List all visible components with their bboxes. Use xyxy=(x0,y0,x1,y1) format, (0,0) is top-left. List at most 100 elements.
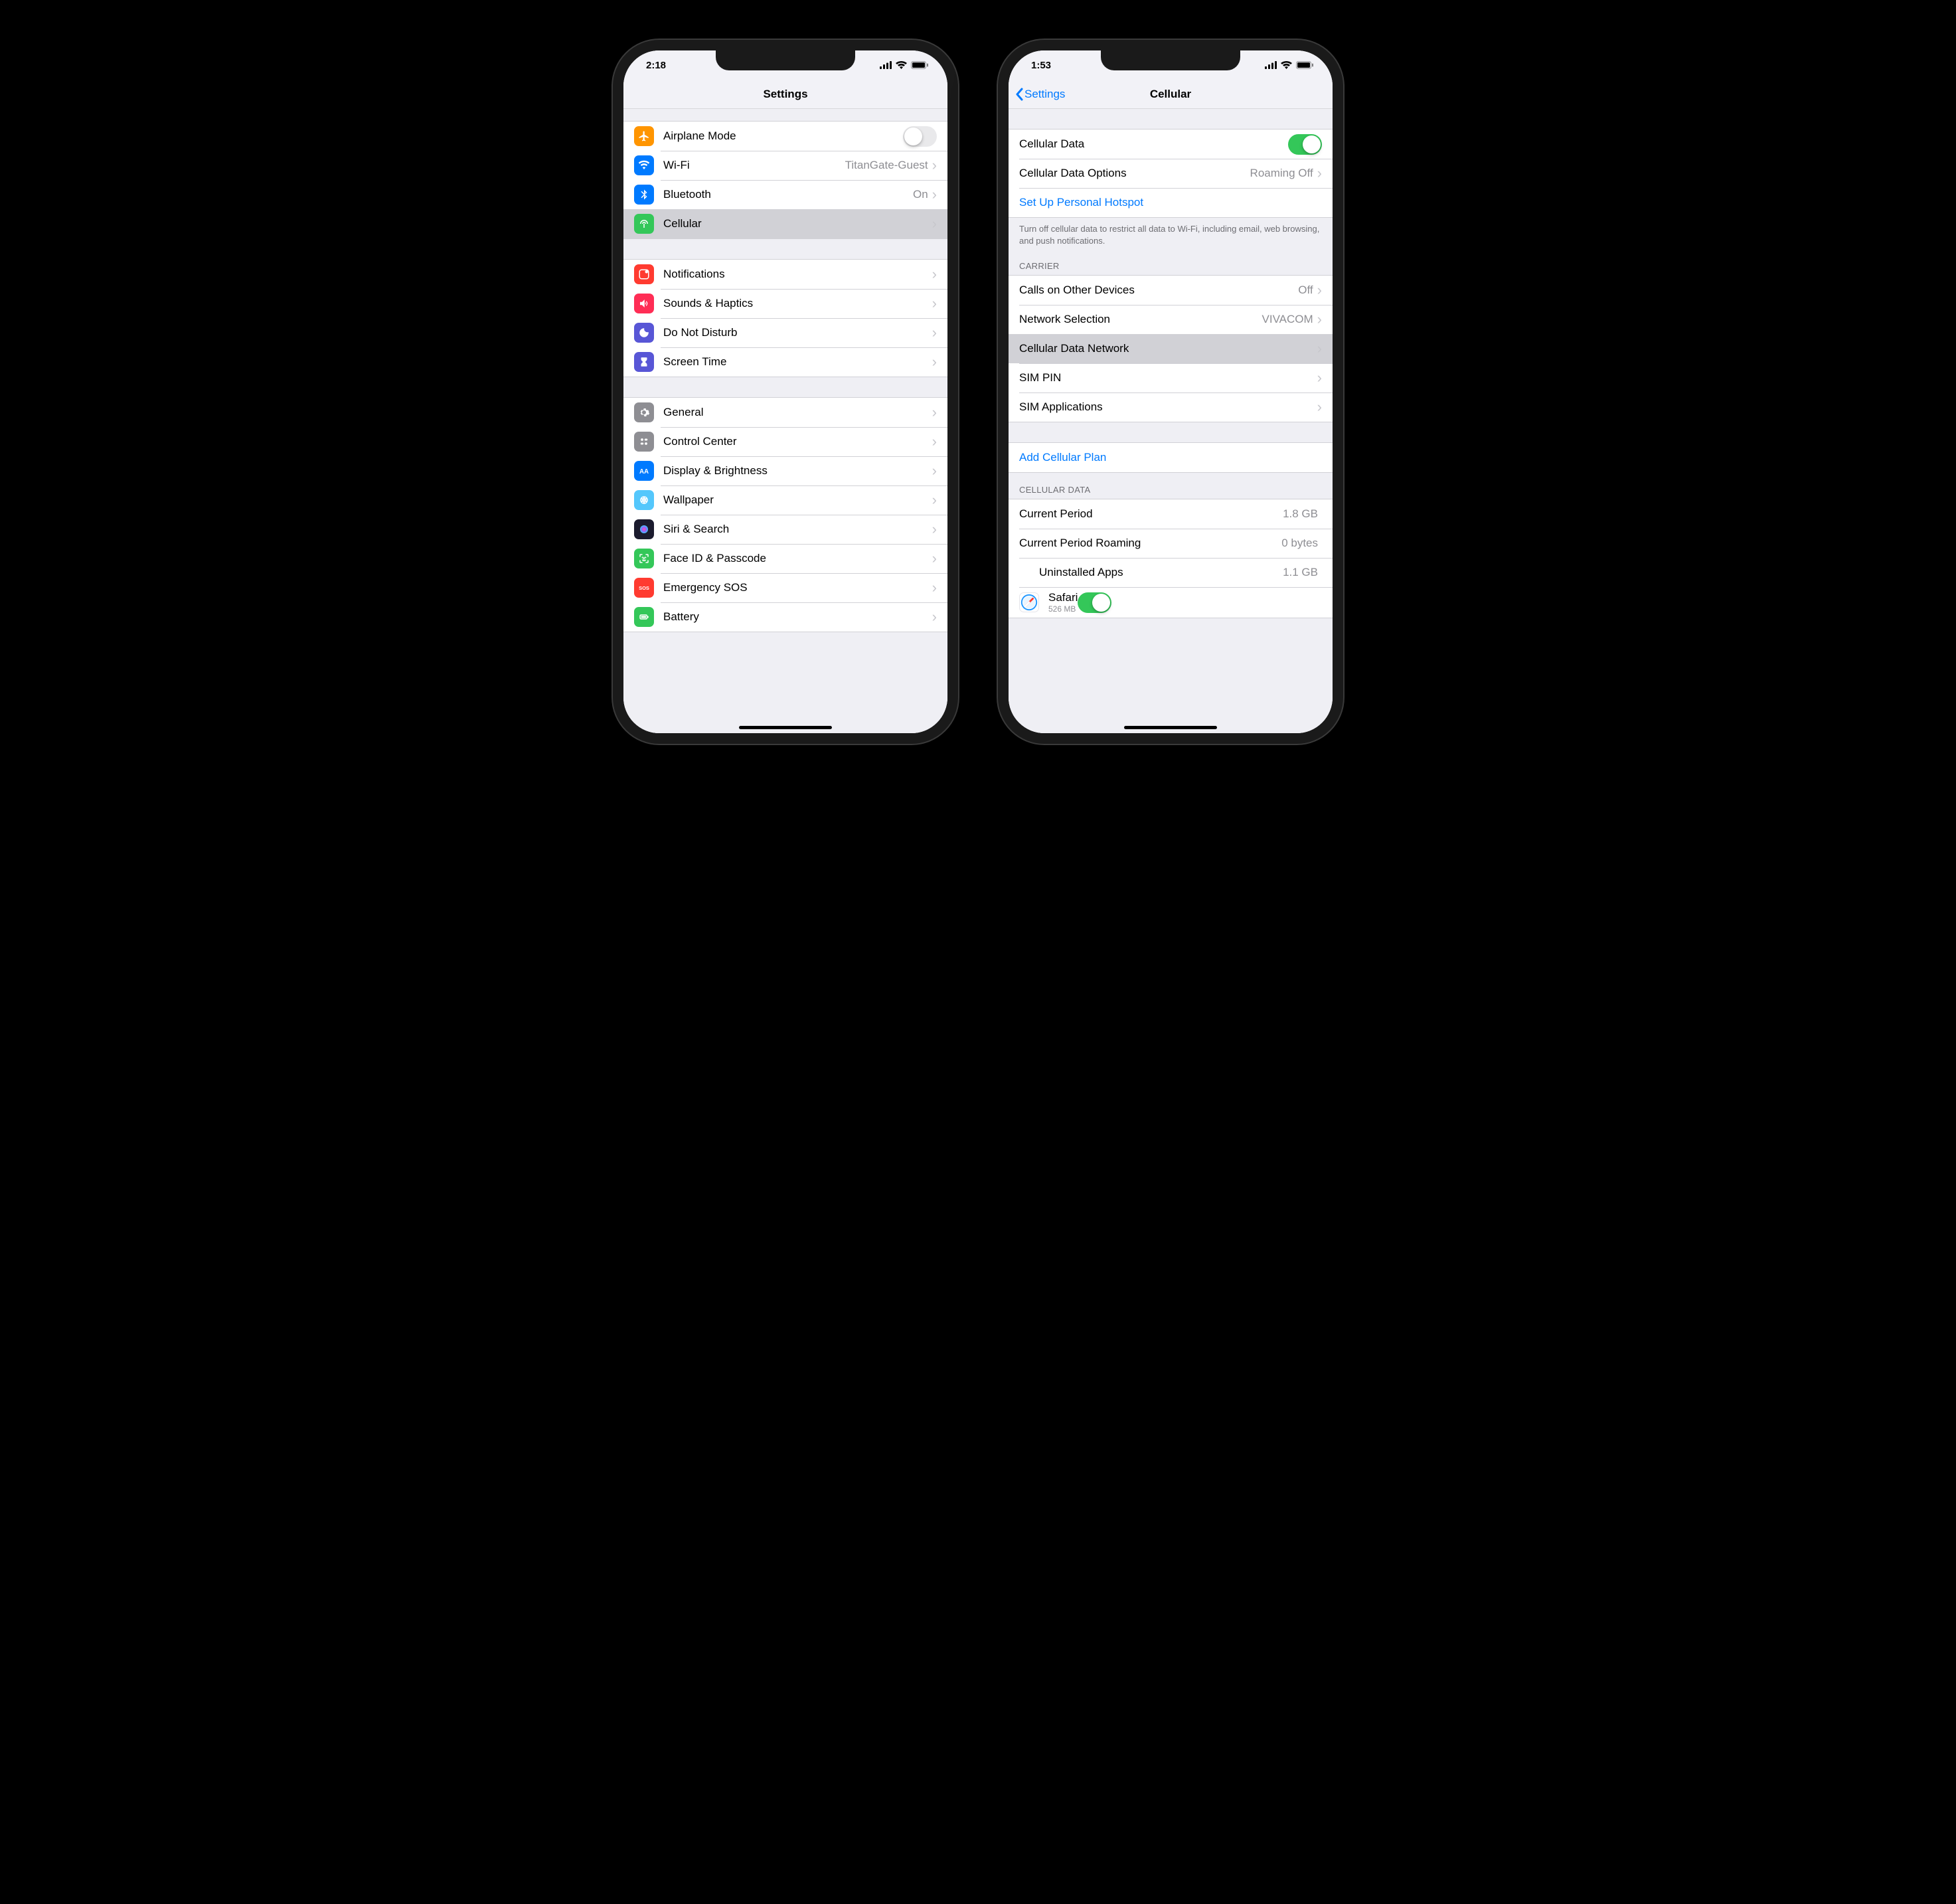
airplane-icon xyxy=(634,126,654,146)
row-label: Control Center xyxy=(663,435,932,448)
status-icons xyxy=(1265,61,1314,69)
row-sounds-haptics[interactable]: Sounds & Haptics› xyxy=(623,289,947,318)
row-do-not-disturb[interactable]: Do Not Disturb› xyxy=(623,318,947,347)
wallpaper-icon xyxy=(634,490,654,510)
chevron-right-icon: › xyxy=(932,296,937,311)
row-label: Battery xyxy=(663,610,932,624)
chevron-right-icon: › xyxy=(932,610,937,624)
toggle-safari[interactable] xyxy=(1078,592,1111,613)
row-network-selection[interactable]: Network SelectionVIVACOM› xyxy=(1009,305,1333,334)
chevron-right-icon: › xyxy=(932,464,937,478)
general-icon xyxy=(634,402,654,422)
row-siri-search[interactable]: Siri & Search› xyxy=(623,515,947,544)
dnd-icon xyxy=(634,323,654,343)
row-general[interactable]: General› xyxy=(623,398,947,427)
row-label: Display & Brightness xyxy=(663,464,932,477)
notch xyxy=(716,49,855,70)
row-bluetooth[interactable]: BluetoothOn› xyxy=(623,180,947,209)
row-notifications[interactable]: Notifications› xyxy=(623,260,947,289)
row-cellular-data[interactable]: Cellular Data xyxy=(1009,130,1333,159)
phone-cellular: 1:53 Settings Cellular Cellular DataCell… xyxy=(998,40,1343,744)
row-uninstalled-apps[interactable]: Uninstalled Apps1.1 GB xyxy=(1009,558,1333,587)
row-sublabel: 526 MB xyxy=(1048,604,1078,614)
row-text: Safari526 MB xyxy=(1048,591,1078,614)
row-wallpaper[interactable]: Wallpaper› xyxy=(623,485,947,515)
home-indicator[interactable] xyxy=(1124,726,1217,729)
back-button[interactable]: Settings xyxy=(1015,88,1065,101)
row-screen-time[interactable]: Screen Time› xyxy=(623,347,947,377)
row-cellular[interactable]: Cellular› xyxy=(623,209,947,238)
row-current-period[interactable]: Current Period1.8 GB xyxy=(1009,499,1333,529)
row-add-cellular-plan[interactable]: Add Cellular Plan xyxy=(1009,443,1333,472)
control-icon xyxy=(634,432,654,452)
row-label: Cellular Data Options xyxy=(1019,167,1250,180)
chevron-right-icon: › xyxy=(1317,400,1322,414)
safari-app-icon xyxy=(1019,592,1039,612)
row-detail: On xyxy=(913,188,928,201)
row-label: Do Not Disturb xyxy=(663,326,932,339)
chevron-right-icon: › xyxy=(932,355,937,369)
page-title: Settings xyxy=(763,88,807,101)
chevron-right-icon: › xyxy=(932,493,937,507)
chevron-right-icon: › xyxy=(932,325,937,340)
row-label: Cellular Data Network xyxy=(1019,342,1317,355)
row-current-period-roaming[interactable]: Current Period Roaming0 bytes xyxy=(1009,529,1333,558)
section-header-carrier: CARRIER xyxy=(1009,249,1333,275)
svg-text:AA: AA xyxy=(639,468,649,476)
chevron-right-icon: › xyxy=(932,551,937,566)
svg-text:SOS: SOS xyxy=(639,585,649,591)
row-safari[interactable]: Safari526 MB xyxy=(1009,587,1333,618)
row-label: Sounds & Haptics xyxy=(663,297,932,310)
row-detail: TitanGate-Guest xyxy=(845,159,928,172)
row-label: Calls on Other Devices xyxy=(1019,284,1298,297)
chevron-right-icon: › xyxy=(932,267,937,282)
row-label: Wallpaper xyxy=(663,493,932,507)
row-label: Set Up Personal Hotspot xyxy=(1019,196,1322,209)
notch xyxy=(1101,49,1240,70)
row-label: Face ID & Passcode xyxy=(663,552,932,565)
notifications-icon xyxy=(634,264,654,284)
section-header-cellular-data: CELLULAR DATA xyxy=(1009,473,1333,499)
row-battery[interactable]: Battery› xyxy=(623,602,947,632)
row-cellular-data-network[interactable]: Cellular Data Network› xyxy=(1009,334,1333,363)
row-airplane-mode[interactable]: Airplane Mode xyxy=(623,122,947,151)
row-label: Notifications xyxy=(663,268,932,281)
page-title: Cellular xyxy=(1150,88,1191,101)
row-face-id-passcode[interactable]: Face ID & Passcode› xyxy=(623,544,947,573)
row-label: General xyxy=(663,406,932,419)
row-control-center[interactable]: Control Center› xyxy=(623,427,947,456)
row-calls-on-other-devices[interactable]: Calls on Other DevicesOff› xyxy=(1009,276,1333,305)
row-label: Emergency SOS xyxy=(663,581,932,594)
row-label: Siri & Search xyxy=(663,523,932,536)
chevron-left-icon xyxy=(1015,88,1023,101)
chevron-right-icon: › xyxy=(932,580,937,595)
chevron-right-icon: › xyxy=(932,158,937,173)
row-display-brightness[interactable]: AA Display & Brightness› xyxy=(623,456,947,485)
row-label: Wi-Fi xyxy=(663,159,845,172)
row-wi-fi[interactable]: Wi-FiTitanGate-Guest › xyxy=(623,151,947,180)
cellular-signal-icon xyxy=(880,61,892,69)
row-label: Cellular Data xyxy=(1019,137,1288,151)
row-sim-pin[interactable]: SIM PIN› xyxy=(1009,363,1333,392)
row-label: SIM PIN xyxy=(1019,371,1317,385)
row-label: Current Period xyxy=(1019,507,1283,521)
row-detail: 1.1 GB xyxy=(1283,566,1318,579)
toggle-airplane-mode[interactable] xyxy=(903,126,937,147)
chevron-right-icon: › xyxy=(1317,166,1322,181)
home-indicator[interactable] xyxy=(739,726,832,729)
row-set-up-personal-hotspot[interactable]: Set Up Personal Hotspot xyxy=(1009,188,1333,217)
toggle-cellular-data[interactable] xyxy=(1288,134,1322,155)
wifi-icon xyxy=(896,61,907,69)
chevron-right-icon: › xyxy=(932,187,937,202)
row-label: Safari xyxy=(1048,591,1078,604)
sos-icon: SOS xyxy=(634,578,654,598)
row-detail: 1.8 GB xyxy=(1283,507,1318,521)
row-sim-applications[interactable]: SIM Applications› xyxy=(1009,392,1333,422)
chevron-right-icon: › xyxy=(932,522,937,537)
navbar: Settings xyxy=(623,80,947,109)
screentime-icon xyxy=(634,352,654,372)
row-cellular-data-options[interactable]: Cellular Data OptionsRoaming Off› xyxy=(1009,159,1333,188)
battery-icon xyxy=(1296,61,1314,69)
row-emergency-sos[interactable]: SOS Emergency SOS› xyxy=(623,573,947,602)
bluetooth-icon xyxy=(634,185,654,205)
